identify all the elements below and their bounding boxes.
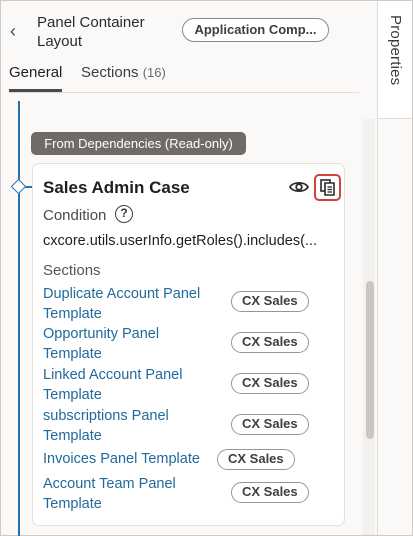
condition-value: cxcore.utils.userInfo.getRoles().include… — [43, 233, 317, 249]
right-rail: Properties — [378, 1, 412, 535]
tree-node-diamond-icon — [10, 178, 27, 195]
condition-label: Condition — [43, 207, 107, 224]
card-title: Sales Admin Case — [43, 178, 190, 197]
panel-card: Sales Admin Case Condition ? cxcore.util… — [32, 163, 345, 526]
duplicate-button[interactable] — [314, 174, 341, 201]
cx-sales-badge: CX Sales — [217, 449, 295, 470]
tab-sections-count: (16) — [142, 65, 166, 80]
tabs-divider — [9, 92, 359, 93]
cx-sales-badge: CX Sales — [231, 332, 309, 353]
section-link[interactable]: Invoices Panel Template — [43, 449, 218, 469]
tab-sections-label: Sections — [81, 64, 139, 81]
cx-sales-badge: CX Sales — [231, 373, 309, 394]
properties-rail-tab[interactable]: Properties — [378, 1, 412, 119]
cx-sales-badge: CX Sales — [231, 482, 309, 503]
section-link[interactable]: subscriptions Panel Template — [43, 406, 218, 446]
properties-rail-label: Properties — [387, 15, 404, 86]
section-link[interactable]: Duplicate Account Panel Template — [43, 284, 218, 324]
application-component-button[interactable]: Application Comp... — [182, 18, 329, 42]
back-chevron-icon[interactable]: ‹ — [10, 21, 26, 41]
tab-general[interactable]: General — [9, 63, 63, 92]
section-link[interactable]: Account Team Panel Template — [43, 474, 218, 514]
section-link[interactable]: Opportunity Panel Template — [43, 324, 218, 364]
help-icon[interactable]: ? — [115, 205, 133, 223]
eye-icon[interactable] — [288, 178, 310, 196]
sections-label: Sections — [43, 262, 101, 279]
section-link[interactable]: Linked Account Panel Template — [43, 365, 218, 405]
page-title: Panel Container Layout — [37, 14, 145, 50]
cx-sales-badge: CX Sales — [231, 291, 309, 312]
tab-sections[interactable]: Sections (16) — [81, 63, 166, 91]
scrollbar-thumb[interactable] — [366, 281, 374, 439]
cx-sales-badge: CX Sales — [231, 414, 309, 435]
duplicate-icon — [320, 179, 335, 196]
tree-line — [18, 101, 20, 536]
dependencies-badge: From Dependencies (Read-only) — [31, 132, 246, 155]
tab-general-label: General — [9, 64, 63, 81]
properties-panel: ‹ Panel Container Layout Application Com… — [1, 1, 378, 536]
